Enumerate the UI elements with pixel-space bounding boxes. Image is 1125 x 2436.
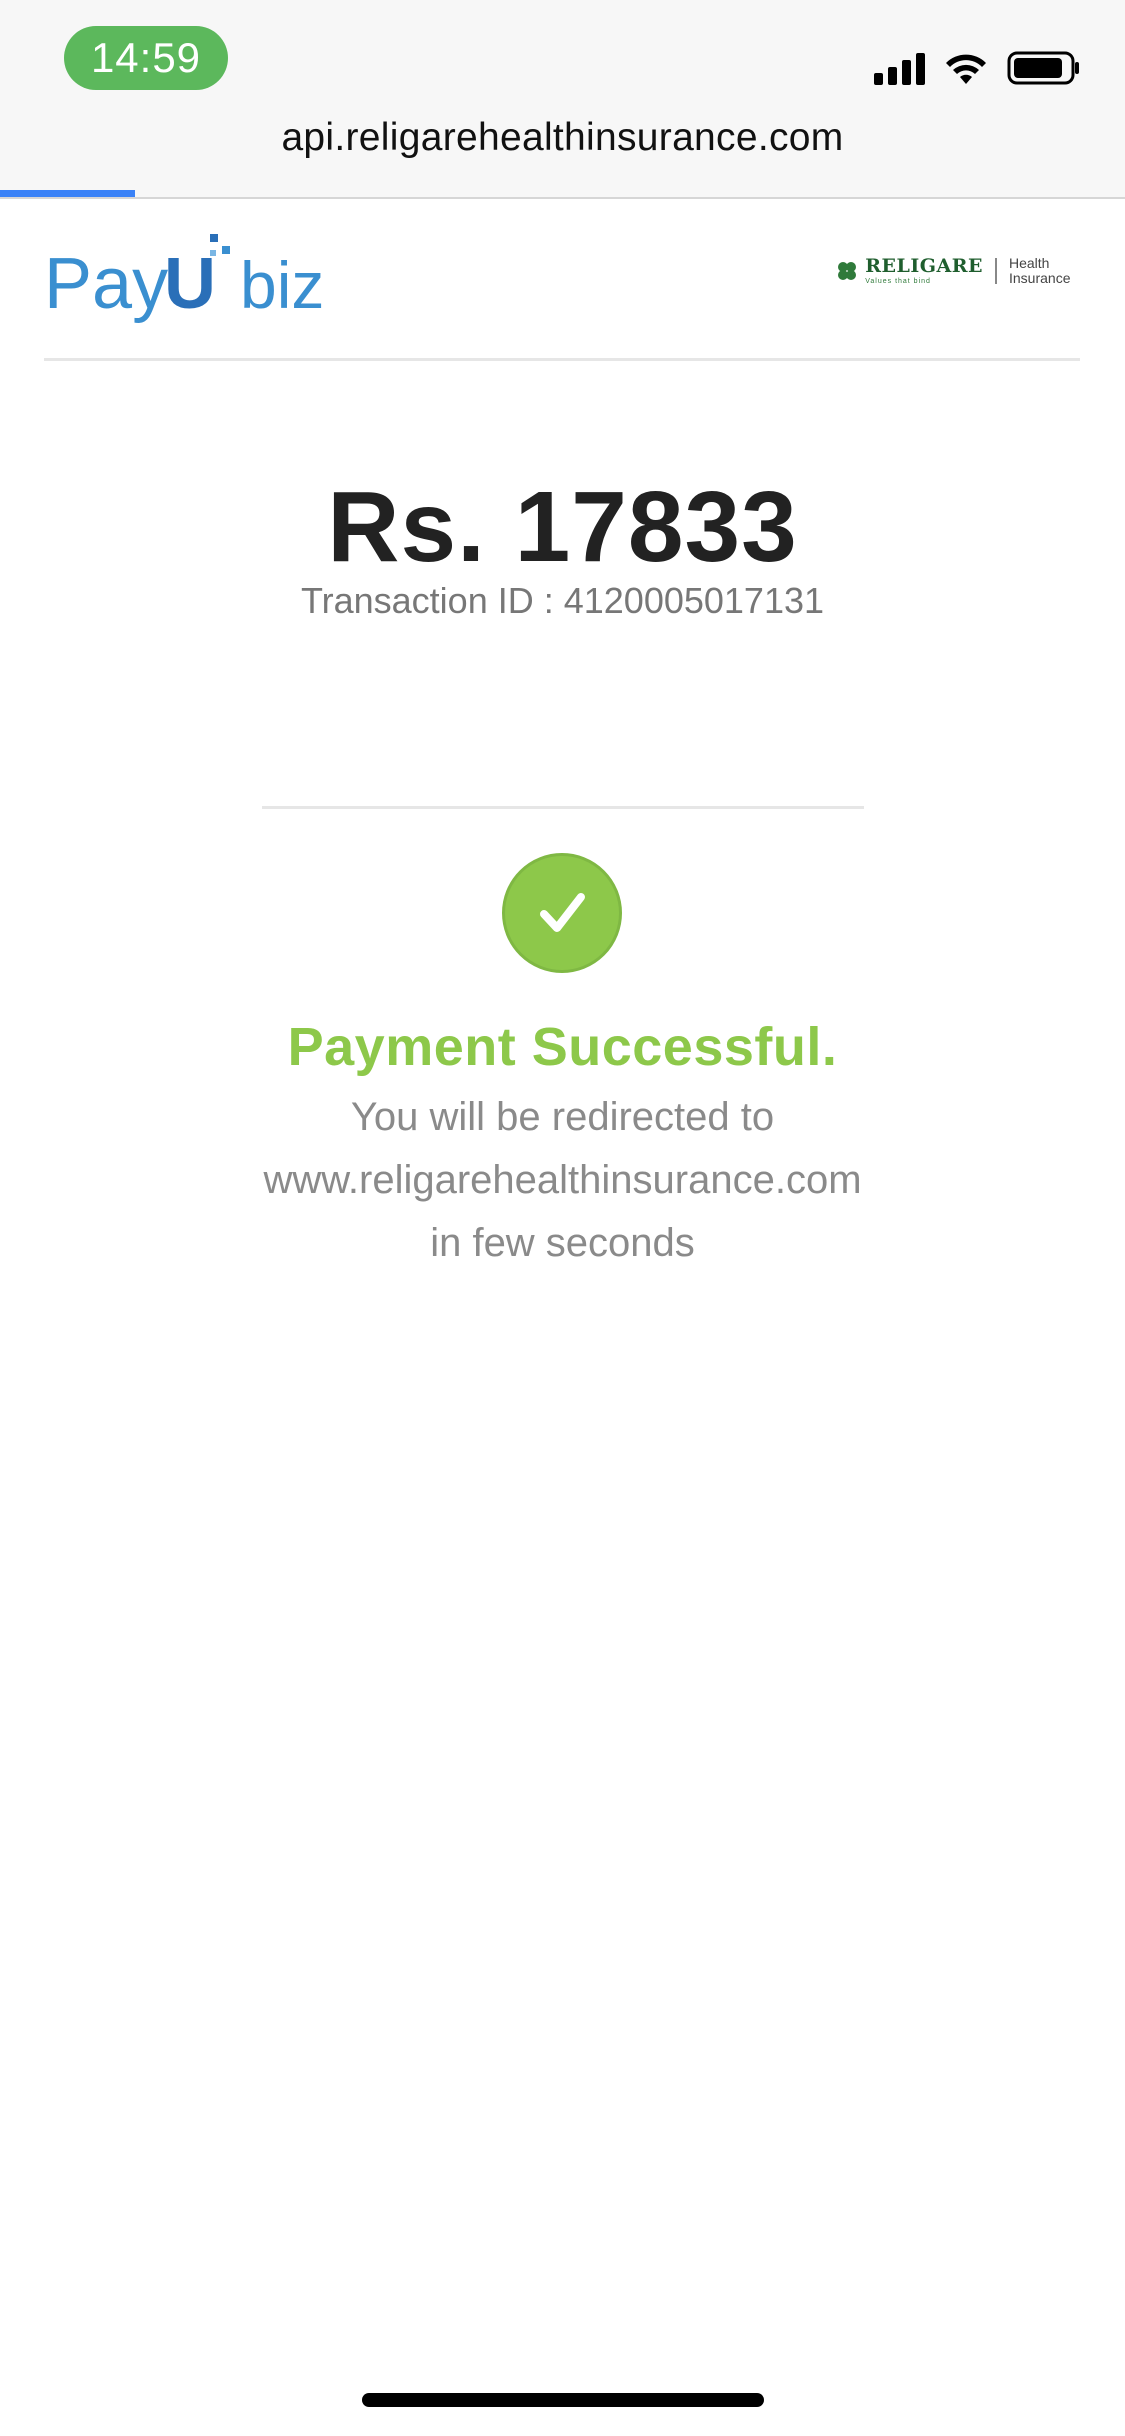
address-bar-url[interactable]: api.religarehealthinsurance.com: [0, 116, 1125, 160]
redirect-line-3: in few seconds: [430, 1221, 695, 1265]
redirect-url: www.religarehealthinsurance.com: [263, 1158, 862, 1202]
success-check-badge: [502, 853, 622, 973]
home-indicator[interactable]: [362, 2393, 764, 2407]
religare-health-insurance-label: Health Insurance: [1009, 255, 1071, 286]
status-time[interactable]: 14:59: [64, 26, 228, 90]
cellular-signal-icon: [874, 51, 925, 85]
payu-biz-logo: Pay U biz: [44, 234, 324, 324]
redirect-line-1: You will be redirected to: [350, 1095, 775, 1139]
svg-text:U: U: [164, 244, 216, 324]
browser-chrome: 14:59 api.religarehealthinsurance.com: [0, 0, 1125, 199]
svg-text:biz: biz: [240, 248, 324, 322]
religare-wordmark: RELIGARE Values that bind: [865, 255, 983, 286]
section-divider: [262, 806, 864, 809]
religare-divider: [995, 258, 997, 284]
wifi-icon: [946, 54, 986, 84]
checkmark-icon: [540, 893, 585, 932]
religare-clover-icon: [838, 262, 857, 280]
svg-text:Pay: Pay: [44, 244, 168, 324]
redirect-message: You will be redirected to www.religarehe…: [0, 1086, 1125, 1275]
payment-amount: Rs. 17833: [327, 471, 798, 583]
payment-status-heading: Payment Successful.: [287, 1017, 838, 1077]
page-load-progress-bar: [0, 190, 135, 197]
battery-icon: [1007, 51, 1079, 85]
religare-logo: RELIGARE Values that bind Health Insuran…: [835, 256, 1079, 286]
status-icons: [874, 48, 1081, 88]
transaction-id: Transaction ID : 4120005017131: [300, 580, 825, 621]
header-divider: [44, 358, 1080, 361]
